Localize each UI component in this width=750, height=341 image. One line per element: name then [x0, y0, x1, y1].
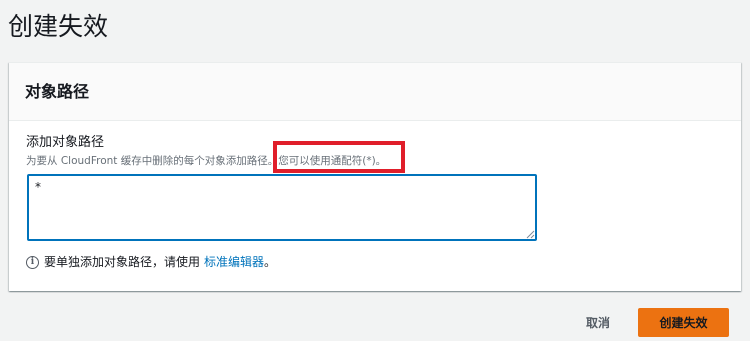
info-icon: i	[26, 255, 39, 269]
info-text: 要单独添加对象路径，请使用	[44, 255, 201, 269]
field-label: 添加对象路径	[26, 135, 105, 150]
cancel-button[interactable]: 取消	[574, 307, 622, 337]
panel-header: 对象路径	[9, 63, 741, 121]
object-paths-textarea[interactable]	[27, 174, 537, 241]
create-invalidation-button[interactable]: 创建失效	[638, 308, 729, 337]
info-row: i 要单独添加对象路径，请使用 标准编辑器 。	[26, 254, 276, 270]
info-suffix: 。	[264, 255, 277, 269]
page-title: 创建失效	[8, 12, 109, 41]
panel-title: 对象路径	[25, 82, 90, 101]
standard-editor-link[interactable]: 标准编辑器	[204, 254, 264, 270]
description-main: 为要从 CloudFront 缓存中删除的每个对象添加路径。	[26, 155, 279, 167]
create-invalidation-page: 创建失效 对象路径 添加对象路径 为要从 CloudFront 缓存中删除的每个…	[0, 0, 750, 341]
highlight-annotation	[273, 141, 405, 173]
resize-handle-icon[interactable]	[525, 229, 535, 239]
object-paths-panel: 对象路径 添加对象路径 为要从 CloudFront 缓存中删除的每个对象添加路…	[9, 62, 741, 291]
